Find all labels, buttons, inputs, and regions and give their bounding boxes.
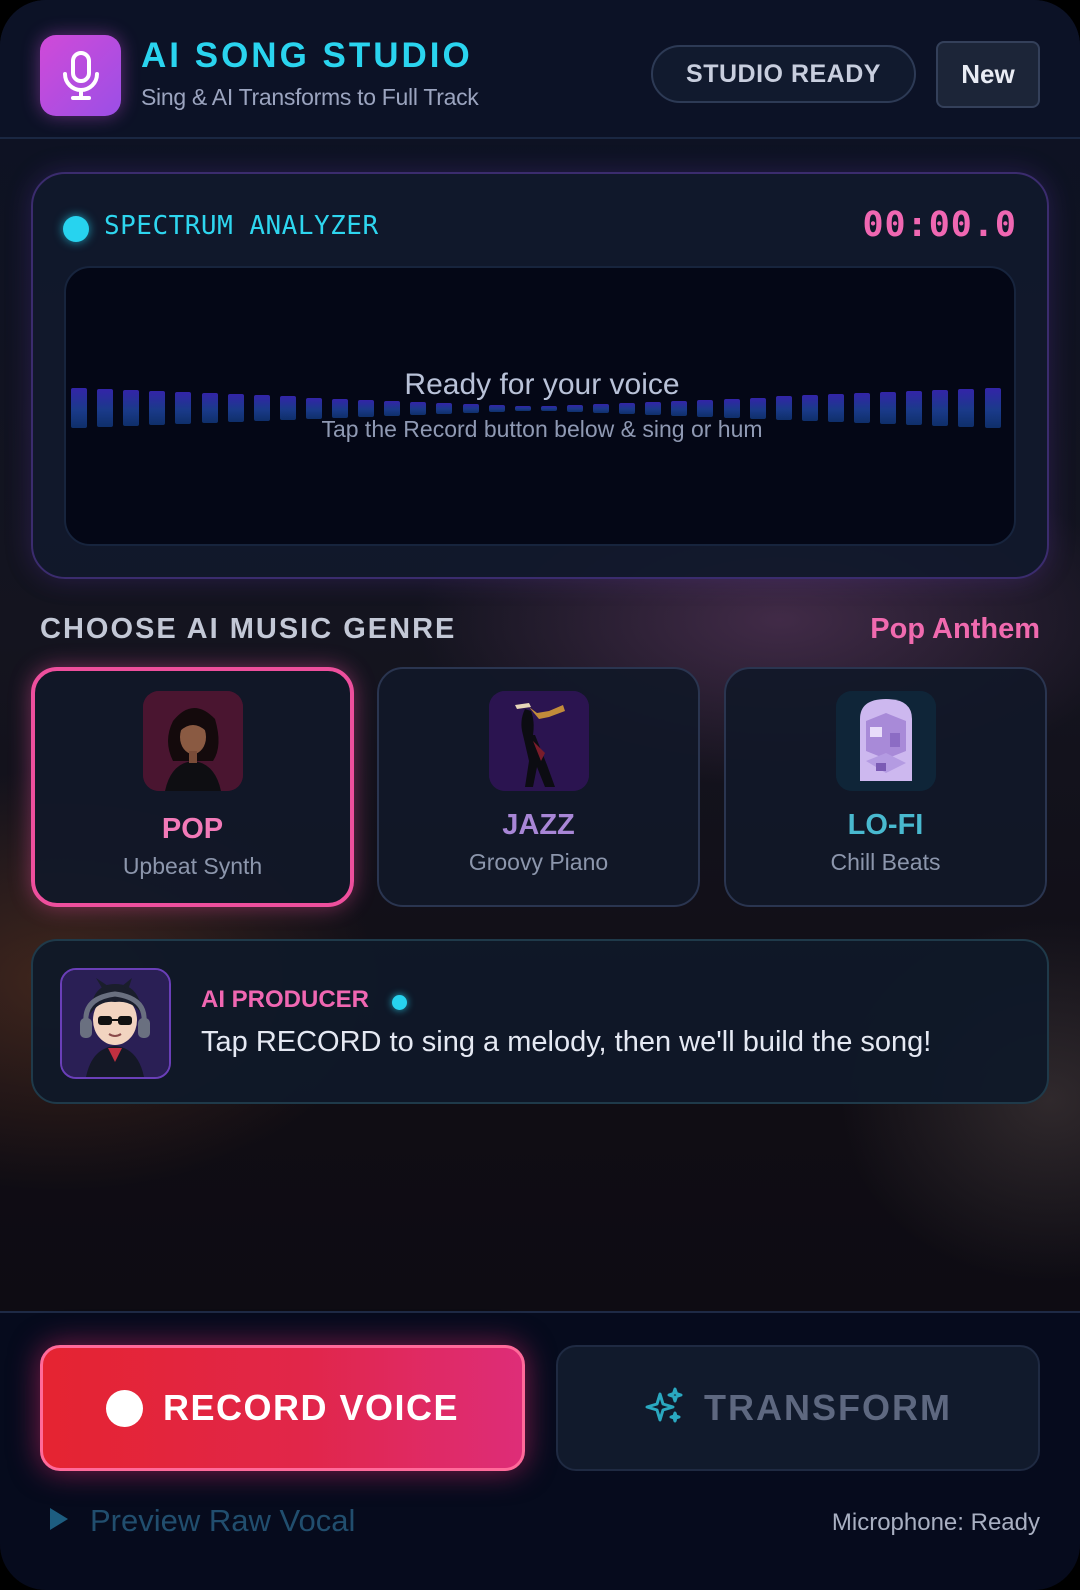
- genre-desc-jazz: Groovy Piano: [468, 849, 609, 875]
- waveform-visualizer: Ready for your voice Tap the Record butt…: [64, 266, 1016, 546]
- spectrum-title: SPECTRUM ANALYZER: [104, 211, 379, 241]
- transform-button-label: TRANSFORM: [704, 1387, 952, 1428]
- record-voice-button[interactable]: RECORD VOICE: [40, 1345, 525, 1471]
- preview-raw-vocal-link[interactable]: Preview Raw Vocal: [50, 1503, 355, 1539]
- visualizer-bar: [645, 401, 661, 415]
- visualizer-bar: [567, 404, 583, 412]
- lofi-room-image: [835, 691, 936, 791]
- visualizer-bar: [410, 401, 426, 415]
- visualizer-bar: [515, 405, 531, 411]
- visualizer-bar: [384, 400, 400, 416]
- visualizer-message: Ready for your voice: [404, 368, 680, 401]
- record-button-label: RECORD VOICE: [162, 1387, 460, 1428]
- status-indicator-dot: [63, 216, 89, 242]
- selected-genre-label: Pop Anthem: [870, 613, 1040, 645]
- visualizer-bar: [358, 399, 374, 417]
- new-button[interactable]: New: [936, 41, 1040, 108]
- visualizer-bar: [436, 402, 452, 414]
- pop-artist-image: [142, 691, 243, 791]
- app-subtitle: Sing & AI Transforms to Full Track: [141, 84, 479, 110]
- studio-status-badge: STUDIO READY: [651, 45, 916, 103]
- preview-label: Preview Raw Vocal: [90, 1503, 356, 1538]
- genre-card-jazz[interactable]: JAZZ Groovy Piano: [377, 667, 700, 907]
- producer-online-dot: [392, 995, 407, 1010]
- producer-avatar: [60, 968, 171, 1079]
- bottom-controls: RECORD VOICE TRANSFORM Preview Raw Vocal…: [0, 1311, 1080, 1590]
- ai-producer-panel: AI PRODUCER Tap RECORD to sing a melody,…: [31, 939, 1049, 1104]
- jazz-trumpeter-image: [488, 691, 589, 791]
- app-window: AI SONG STUDIO Sing & AI Transforms to F…: [0, 0, 1080, 1590]
- genre-desc-lofi: Chill Beats: [830, 849, 941, 875]
- visualizer-hint: Tap the Record button below & sing or hu…: [321, 416, 763, 442]
- genre-name-pop: POP: [161, 813, 224, 845]
- microphone-status: Microphone: Ready: [831, 1509, 1040, 1536]
- visualizer-bars: [71, 268, 1011, 544]
- visualizer-bar: [619, 402, 635, 414]
- genre-section-heading: CHOOSE AI MUSIC GENRE: [40, 613, 457, 645]
- header: AI SONG STUDIO Sing & AI Transforms to F…: [0, 0, 1080, 139]
- app-title: AI SONG STUDIO: [141, 36, 473, 75]
- microphone-logo-icon: [40, 35, 121, 116]
- visualizer-bar: [593, 403, 609, 413]
- visualizer-bar: [541, 405, 557, 411]
- visualizer-bar: [697, 399, 713, 417]
- genre-name-lofi: LO-FI: [847, 809, 924, 841]
- genre-desc-pop: Upbeat Synth: [122, 853, 263, 879]
- recording-timer: 00:00.0: [862, 205, 1017, 245]
- genre-name-jazz: JAZZ: [502, 809, 575, 841]
- transform-button[interactable]: TRANSFORM: [556, 1345, 1040, 1471]
- sparkles-icon: [644, 1386, 684, 1431]
- genre-card-pop[interactable]: POP Upbeat Synth: [31, 667, 354, 907]
- genre-card-lofi[interactable]: LO-FI Chill Beats: [724, 667, 1047, 907]
- visualizer-bar: [463, 403, 479, 413]
- visualizer-bar: [489, 404, 505, 412]
- play-icon: [50, 1507, 68, 1535]
- producer-label: AI PRODUCER: [201, 986, 370, 1013]
- producer-message: Tap RECORD to sing a melody, then we'll …: [201, 1026, 932, 1058]
- visualizer-bar: [671, 400, 687, 416]
- record-dot-icon: [105, 1389, 143, 1427]
